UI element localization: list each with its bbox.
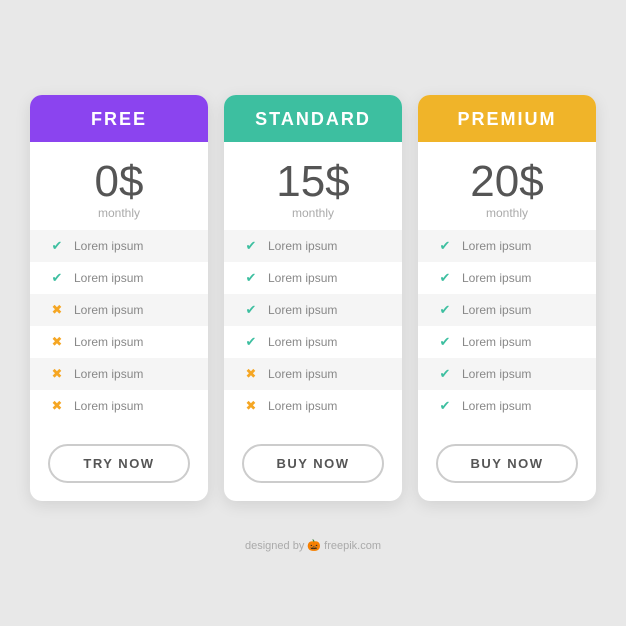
feature-label: Lorem ipsum xyxy=(74,335,143,349)
feature-label: Lorem ipsum xyxy=(268,303,337,317)
plan-features-premium: ✔ Lorem ipsum ✔ Lorem ipsum ✔ Lorem ipsum ✔ Lor… xyxy=(418,230,596,434)
plan-amount-premium: 20$ xyxy=(470,160,543,204)
feature-label: Lorem ipsum xyxy=(462,271,531,285)
list-item: ✔ Lorem ipsum xyxy=(30,262,208,294)
plan-period-free: monthly xyxy=(95,206,144,220)
feature-label: Lorem ipsum xyxy=(268,271,337,285)
plan-price-free: 0$ monthly xyxy=(95,142,144,230)
feature-label: Lorem ipsum xyxy=(462,367,531,381)
plan-period-standard: monthly xyxy=(276,206,349,220)
check-icon: ✔ xyxy=(48,237,66,255)
plan-btn-wrap-premium: BUY NOW xyxy=(418,434,596,501)
feature-label: Lorem ipsum xyxy=(74,239,143,253)
plan-card-premium: PREMIUM 20$ monthly ✔ Lorem ipsum ✔ Lorem ipsu… xyxy=(418,95,596,501)
check-icon: ✔ xyxy=(436,237,454,255)
plan-amount-standard: 15$ xyxy=(276,160,349,204)
feature-label: Lorem ipsum xyxy=(268,239,337,253)
check-icon: ✔ xyxy=(436,333,454,351)
check-icon: ✔ xyxy=(242,301,260,319)
list-item: ✖ Lorem ipsum xyxy=(224,390,402,422)
feature-label: Lorem ipsum xyxy=(462,239,531,253)
cross-icon: ✖ xyxy=(48,365,66,383)
check-icon: ✔ xyxy=(436,397,454,415)
feature-label: Lorem ipsum xyxy=(462,399,531,413)
plan-price-premium: 20$ monthly xyxy=(470,142,543,230)
pricing-container: FREE 0$ monthly ✔ Lorem ipsum ✔ Lorem ipsum ✖ Lo… xyxy=(10,65,616,531)
feature-label: Lorem ipsum xyxy=(74,367,143,381)
feature-label: Lorem ipsum xyxy=(268,399,337,413)
plan-features-free: ✔ Lorem ipsum ✔ Lorem ipsum ✖ Lorem ipsum ✖ Lor… xyxy=(30,230,208,434)
check-icon: ✔ xyxy=(48,269,66,287)
list-item: ✔ Lorem ipsum xyxy=(30,230,208,262)
feature-label: Lorem ipsum xyxy=(462,335,531,349)
list-item: ✔ Lorem ipsum xyxy=(418,230,596,262)
plan-card-standard: STANDARD 15$ monthly ✔ Lorem ipsum ✔ Lorem ips… xyxy=(224,95,402,501)
footer-credit: designed by 🎃 freepik.com xyxy=(245,539,381,562)
feature-label: Lorem ipsum xyxy=(74,271,143,285)
plan-amount-free: 0$ xyxy=(95,160,144,204)
list-item: ✖ Lorem ipsum xyxy=(224,358,402,390)
plan-header-free: FREE xyxy=(30,95,208,142)
feature-label: Lorem ipsum xyxy=(74,399,143,413)
list-item: ✔ Lorem ipsum xyxy=(224,294,402,326)
cross-icon: ✖ xyxy=(48,333,66,351)
feature-label: Lorem ipsum xyxy=(268,367,337,381)
check-icon: ✔ xyxy=(436,301,454,319)
list-item: ✔ Lorem ipsum xyxy=(224,230,402,262)
list-item: ✔ Lorem ipsum xyxy=(418,358,596,390)
list-item: ✖ Lorem ipsum xyxy=(30,294,208,326)
cross-icon: ✖ xyxy=(48,301,66,319)
plan-btn-wrap-standard: BUY NOW xyxy=(224,434,402,501)
check-icon: ✔ xyxy=(242,237,260,255)
cross-icon: ✖ xyxy=(48,397,66,415)
plan-header-standard: STANDARD xyxy=(224,95,402,142)
cross-icon: ✖ xyxy=(242,365,260,383)
plan-btn-wrap-free: TRY NOW xyxy=(30,434,208,501)
check-icon: ✔ xyxy=(242,269,260,287)
list-item: ✔ Lorem ipsum xyxy=(224,326,402,358)
check-icon: ✔ xyxy=(436,365,454,383)
plan-card-free: FREE 0$ monthly ✔ Lorem ipsum ✔ Lorem ipsum ✖ Lo… xyxy=(30,95,208,501)
list-item: ✖ Lorem ipsum xyxy=(30,326,208,358)
plan-btn-free[interactable]: TRY NOW xyxy=(48,444,190,483)
cross-icon: ✖ xyxy=(242,397,260,415)
list-item: ✔ Lorem ipsum xyxy=(418,326,596,358)
list-item: ✖ Lorem ipsum xyxy=(30,358,208,390)
plan-header-premium: PREMIUM xyxy=(418,95,596,142)
feature-label: Lorem ipsum xyxy=(268,335,337,349)
list-item: ✔ Lorem ipsum xyxy=(224,262,402,294)
list-item: ✔ Lorem ipsum xyxy=(418,294,596,326)
check-icon: ✔ xyxy=(436,269,454,287)
plan-btn-standard[interactable]: BUY NOW xyxy=(242,444,384,483)
plan-btn-premium[interactable]: BUY NOW xyxy=(436,444,578,483)
plan-features-standard: ✔ Lorem ipsum ✔ Lorem ipsum ✔ Lorem ipsum ✔ Lor… xyxy=(224,230,402,434)
plan-period-premium: monthly xyxy=(470,206,543,220)
feature-label: Lorem ipsum xyxy=(74,303,143,317)
check-icon: ✔ xyxy=(242,333,260,351)
feature-label: Lorem ipsum xyxy=(462,303,531,317)
list-item: ✔ Lorem ipsum xyxy=(418,262,596,294)
list-item: ✖ Lorem ipsum xyxy=(30,390,208,422)
list-item: ✔ Lorem ipsum xyxy=(418,390,596,422)
plan-price-standard: 15$ monthly xyxy=(276,142,349,230)
